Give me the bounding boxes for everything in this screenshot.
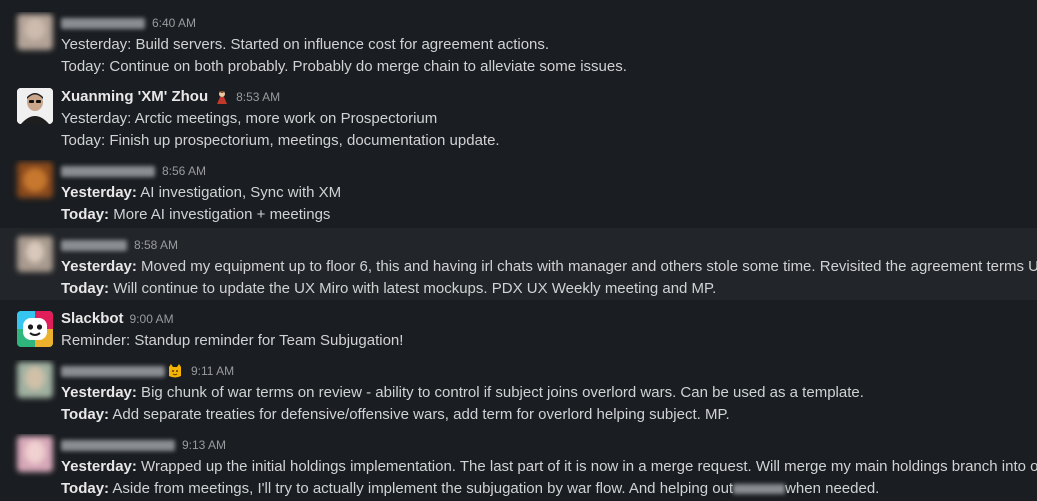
redacted-username[interactable] [61, 17, 145, 29]
message-line-yesterday: Yesterday: AI investigation, Sync with X… [61, 184, 342, 201]
avatar[interactable] [17, 236, 53, 272]
redacted-username[interactable] [61, 165, 155, 177]
message-line-yesterday: Yesterday: Wrapped up the initial holdin… [61, 458, 1037, 475]
message-item[interactable]: 8:56 AM Yesterday: AI investigation, Syn… [0, 160, 1037, 226]
status-emoji-icon [214, 89, 230, 105]
timestamp[interactable]: 8:56 AM [162, 160, 206, 182]
redacted-username[interactable] [61, 439, 175, 451]
timestamp[interactable]: 8:58 AM [134, 234, 178, 256]
message-item[interactable]: 9:11 AM Yesterday: Big chunk of war term… [0, 360, 1037, 426]
message-line-today: Today: Add separate treaties for defensi… [61, 406, 730, 423]
avatar[interactable] [17, 436, 53, 472]
message-line: Reminder: Standup reminder for Team Subj… [61, 332, 404, 349]
timestamp[interactable]: 6:40 AM [152, 12, 196, 34]
slackbot-avatar[interactable] [17, 311, 53, 347]
avatar[interactable] [17, 14, 53, 50]
message-line-yesterday: Yesterday: Build servers. Started on inf… [61, 36, 550, 53]
message-line-today: Today: Will continue to update the UX Mi… [61, 280, 717, 297]
message-line-today: Today: More AI investigation + meetings [61, 206, 331, 223]
message-item[interactable]: 6:40 AM Yesterday: Build servers. Starte… [0, 12, 1037, 78]
redacted-mention[interactable] [733, 484, 786, 495]
timestamp[interactable]: 9:00 AM [130, 308, 174, 330]
message-feed: 6:40 AM Yesterday: Build servers. Starte… [0, 0, 1037, 501]
cat-emoji-icon [167, 363, 183, 379]
message-item[interactable]: 8:58 AM Yesterday: Moved my equipment up… [0, 228, 1037, 300]
timestamp[interactable]: 9:11 AM [191, 360, 234, 382]
message-item[interactable]: Slackbot 9:00 AM Reminder: Standup remin… [0, 308, 1037, 352]
message-line-today: Today: Aside from meetings, I'll try to … [61, 480, 880, 497]
message-line-yesterday: Yesterday: Big chunk of war terms on rev… [61, 384, 864, 401]
avatar[interactable] [17, 362, 53, 398]
message-line-today: Today: Continue on both probably. Probab… [61, 58, 627, 75]
message-item[interactable]: 9:13 AM Yesterday: Wrapped up the initia… [0, 434, 1037, 501]
avatar[interactable] [17, 162, 53, 198]
username[interactable]: Slackbot [61, 308, 124, 330]
redacted-username[interactable] [61, 239, 127, 251]
timestamp[interactable]: 8:53 AM [236, 86, 280, 108]
message-line-yesterday: Yesterday: Moved my equipment up to floo… [61, 258, 1037, 275]
username[interactable]: Xuanming 'XM' Zhou [61, 86, 208, 108]
message-line-today: Today: Finish up prospectorium, meetings… [61, 132, 500, 149]
avatar[interactable] [17, 88, 53, 124]
redacted-username[interactable] [61, 365, 165, 377]
timestamp[interactable]: 9:13 AM [182, 434, 226, 456]
message-item[interactable]: Xuanming 'XM' Zhou 8:53 AM Yesterday: Ar… [0, 86, 1037, 152]
message-line-yesterday: Yesterday: Arctic meetings, more work on… [61, 110, 438, 127]
